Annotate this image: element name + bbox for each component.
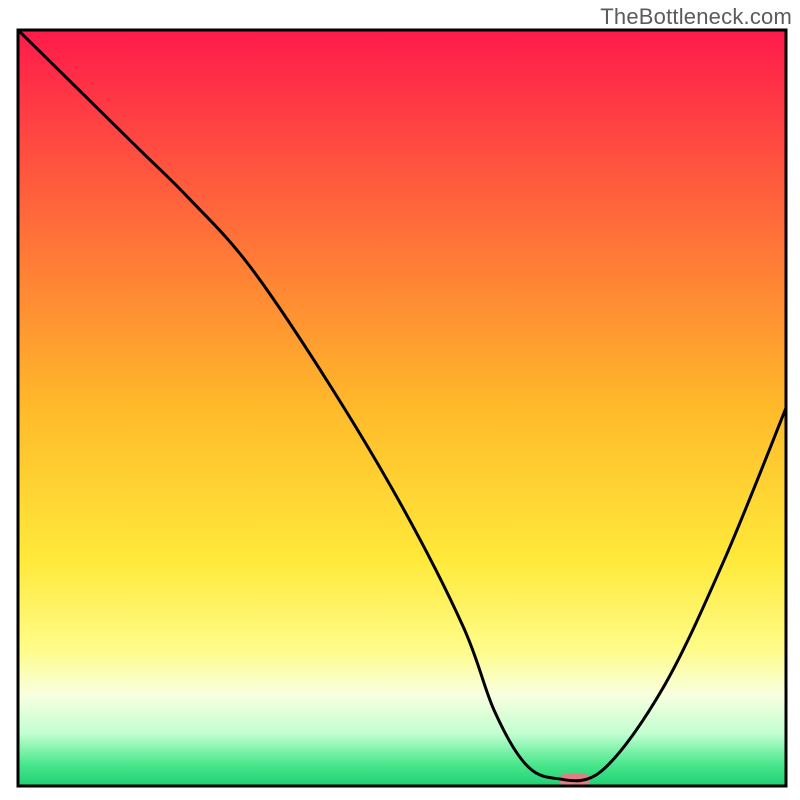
watermark-text: TheBottleneck.com bbox=[600, 4, 792, 30]
chart-container: TheBottleneck.com bbox=[0, 0, 800, 800]
bottleneck-chart bbox=[0, 0, 800, 800]
